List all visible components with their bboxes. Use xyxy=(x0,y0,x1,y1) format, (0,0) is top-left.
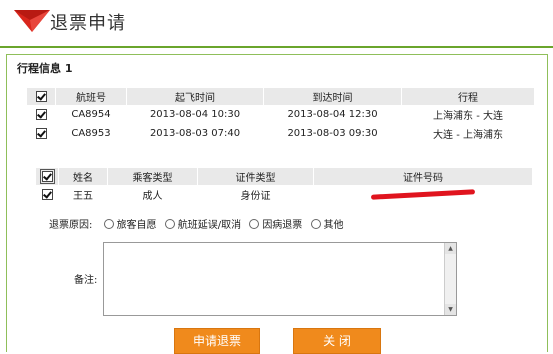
flight-checkbox[interactable] xyxy=(35,108,47,120)
col-id-number: 证件号码 xyxy=(313,168,533,185)
flight-number: CA8954 xyxy=(71,109,111,120)
radio-icon[interactable] xyxy=(249,219,260,229)
col-arrive-time: 到达时间 xyxy=(263,88,402,105)
reason-option-illness[interactable]: 因病退票 xyxy=(249,219,302,231)
col-route: 行程 xyxy=(401,88,535,105)
scroll-down-icon[interactable]: ▼ xyxy=(445,304,456,315)
remark-scrollbar[interactable]: ▲ ▼ xyxy=(444,243,456,315)
radio-icon[interactable] xyxy=(164,219,175,229)
page-header: 退票申请 xyxy=(0,0,553,40)
id-number-redacted xyxy=(314,185,533,204)
select-all-passengers-checkbox[interactable] xyxy=(41,171,53,182)
passenger-type: 成人 xyxy=(142,191,163,202)
refund-reason-row: 退票原因: 旅客自愿 航班延误/取消 因病退票 其他 xyxy=(49,216,349,231)
select-all-passengers-frame xyxy=(39,169,55,184)
route: 大连 - 上海浦东 xyxy=(433,130,503,141)
depart-time: 2013-08-03 07:40 xyxy=(149,128,241,139)
select-all-flights-cell xyxy=(27,88,56,105)
passenger-name: 王五 xyxy=(73,191,93,202)
col-id-type: 证件类型 xyxy=(197,168,314,185)
col-flight-no: 航班号 xyxy=(55,88,127,105)
passengers-header-row: 姓名 乘客类型 证件类型 证件号码 xyxy=(36,168,533,185)
passenger-checkbox[interactable] xyxy=(41,188,53,200)
col-name: 姓名 xyxy=(58,168,108,185)
refund-reason-label: 退票原因: xyxy=(49,220,93,231)
id-type: 身份证 xyxy=(240,191,271,202)
page-title: 退票申请 xyxy=(50,13,126,34)
reason-option-other[interactable]: 其他 xyxy=(310,219,344,231)
flight-checkbox[interactable] xyxy=(35,127,47,139)
paper-plane-logo-icon xyxy=(14,10,50,32)
table-row: CA8953 2013-08-03 07:40 2013-08-03 09:30… xyxy=(27,124,535,143)
depart-time: 2013-08-04 10:30 xyxy=(149,109,241,120)
col-passenger-type: 乘客类型 xyxy=(107,168,198,185)
select-all-flights-checkbox[interactable] xyxy=(35,90,47,102)
apply-refund-button[interactable]: 申请退票 xyxy=(174,328,260,354)
select-all-passengers-cell xyxy=(36,168,59,185)
close-button[interactable]: 关 闭 xyxy=(293,328,381,354)
radio-icon[interactable] xyxy=(310,219,321,229)
itinerary-panel: 行程信息 1 航班号 起飞时间 到达时间 行程 CA8954 2013-08-0… xyxy=(6,54,548,354)
remark-label: 备注: xyxy=(74,275,98,286)
arrive-time: 2013-08-04 12:30 xyxy=(287,109,378,120)
header-divider xyxy=(0,46,553,48)
section-title: 行程信息 1 xyxy=(17,62,73,75)
reason-option-voluntary[interactable]: 旅客自愿 xyxy=(103,219,157,231)
col-depart-time: 起飞时间 xyxy=(126,88,264,105)
scroll-up-icon[interactable]: ▲ xyxy=(445,243,456,254)
route: 上海浦东 - 大连 xyxy=(433,111,503,122)
radio-icon[interactable] xyxy=(103,219,114,229)
flights-table: 航班号 起飞时间 到达时间 行程 CA8954 2013-08-04 10:30… xyxy=(27,88,535,143)
reason-option-delay-cancel[interactable]: 航班延误/取消 xyxy=(164,219,241,231)
flights-header-row: 航班号 起飞时间 到达时间 行程 xyxy=(27,88,535,105)
redaction-mark xyxy=(370,188,476,200)
table-row: CA8954 2013-08-04 10:30 2013-08-04 12:30… xyxy=(27,105,535,124)
arrive-time: 2013-08-03 09:30 xyxy=(287,128,378,139)
passengers-table: 姓名 乘客类型 证件类型 证件号码 王五 成人 身份证 xyxy=(36,168,533,204)
flight-number: CA8953 xyxy=(71,128,111,139)
table-row: 王五 成人 身份证 xyxy=(36,185,533,204)
remark-textarea[interactable]: ▲ ▼ xyxy=(103,242,457,316)
